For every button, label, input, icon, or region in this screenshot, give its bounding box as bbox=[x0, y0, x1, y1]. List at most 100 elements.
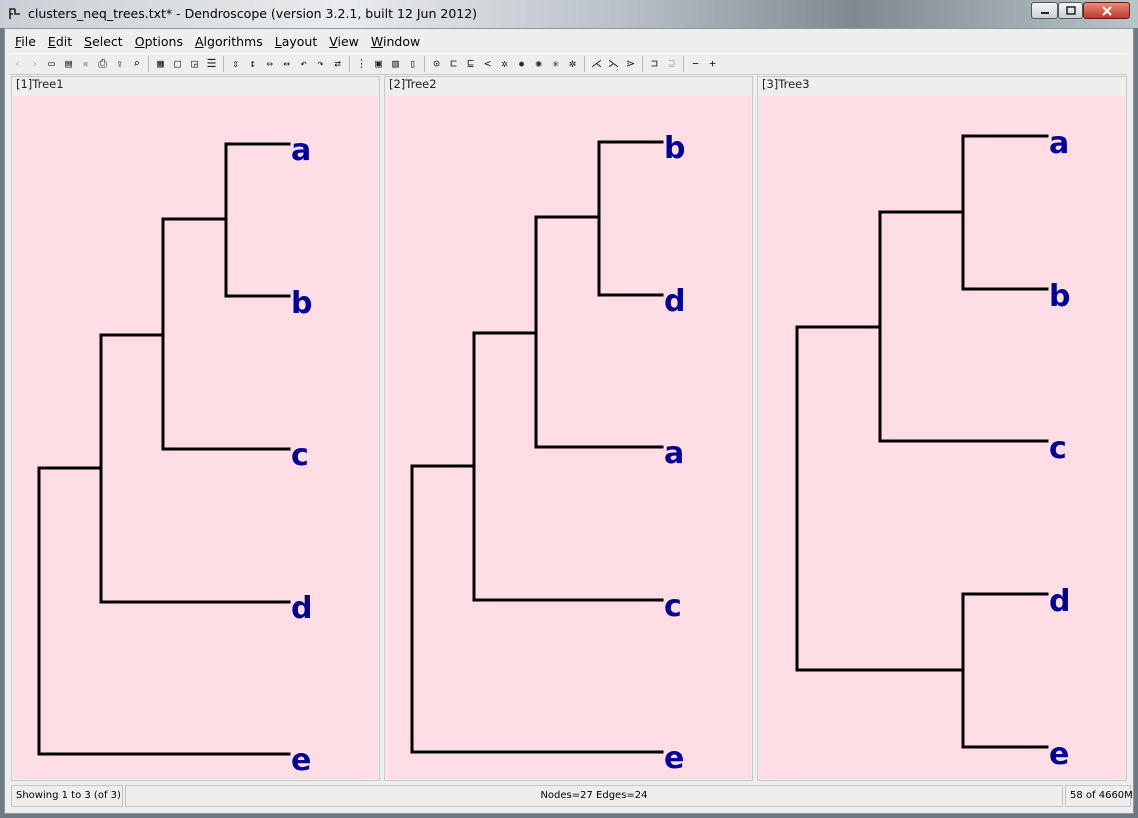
menu-select[interactable]: Select bbox=[78, 34, 129, 49]
leaf-label[interactable]: b bbox=[291, 286, 312, 321]
contract-horizontal-icon[interactable]: ↔ bbox=[280, 57, 294, 71]
menu-file[interactable]: File bbox=[9, 34, 42, 49]
expand-vertical-icon[interactable]: ⇕ bbox=[229, 57, 243, 71]
status-bar: Showing 1 to 3 (of 3) Nodes=27 Edges=24 … bbox=[9, 785, 1133, 809]
print-icon[interactable]: ⎙ bbox=[96, 57, 110, 71]
leaf-label[interactable]: a bbox=[1049, 126, 1069, 161]
single-panel-icon[interactable]: □ bbox=[171, 57, 185, 71]
zoom-fit-icon[interactable]: ▣ bbox=[372, 57, 386, 71]
tree-edge bbox=[99, 333, 291, 470]
leaf-label[interactable]: a bbox=[664, 436, 684, 471]
status-panel-count: Showing 1 to 3 (of 3) bbox=[11, 785, 123, 807]
collapse-icon[interactable]: ⊐ bbox=[648, 57, 662, 71]
maximize-button[interactable] bbox=[1058, 2, 1083, 19]
tree-edge bbox=[410, 464, 664, 754]
panel-title: [1]Tree1 bbox=[16, 77, 64, 91]
circular-phylogram-icon[interactable]: ✲ bbox=[498, 57, 512, 71]
leaf-label[interactable]: c bbox=[1049, 431, 1067, 466]
save-icon[interactable]: ▪ bbox=[79, 57, 93, 71]
menu-window[interactable]: Window bbox=[365, 34, 426, 49]
menu-algorithms[interactable]: Algorithms bbox=[189, 34, 269, 49]
tree-canvas[interactable]: a b c d e bbox=[13, 96, 378, 779]
status-memory: 58 of 4660M bbox=[1065, 785, 1133, 807]
tree-panel-3[interactable]: [3]Tree3 a b c d e bbox=[757, 76, 1127, 781]
back-icon[interactable]: ‹ bbox=[11, 57, 25, 71]
tree-canvas[interactable]: a b c d e bbox=[759, 96, 1125, 779]
list-icon[interactable]: ☰ bbox=[205, 57, 219, 71]
unrooted-icon[interactable]: ✼ bbox=[566, 57, 580, 71]
reroot-icon[interactable]: ⋌ bbox=[590, 57, 604, 71]
leaf-label[interactable]: b bbox=[1049, 279, 1070, 314]
toolbar-separator bbox=[584, 56, 585, 72]
toolbar-separator bbox=[223, 56, 224, 72]
circular-cladogram-icon[interactable]: ✹ bbox=[515, 57, 529, 71]
main-window: File Edit Select Options Algorithms Layout Vie… bbox=[4, 28, 1134, 814]
radial-phylogram-icon[interactable]: ✺ bbox=[532, 57, 546, 71]
tree-edge bbox=[961, 592, 1049, 672]
minimize-icon bbox=[1040, 11, 1049, 14]
radial-cladogram-icon[interactable]: ✳ bbox=[549, 57, 563, 71]
toolbar-separator bbox=[683, 56, 684, 72]
tree-drawing: b d a c e bbox=[410, 131, 685, 776]
panel-title: [3]Tree3 bbox=[762, 77, 810, 91]
tree-edge bbox=[37, 466, 291, 756]
forward-icon[interactable]: › bbox=[28, 57, 42, 71]
leaf-label[interactable]: e bbox=[1049, 737, 1069, 772]
rectangular-phylogram-icon[interactable]: ⊏ bbox=[447, 57, 461, 71]
menu-options[interactable]: Options bbox=[129, 34, 189, 49]
tree-panel-2[interactable]: [2]Tree2 b d a c e bbox=[384, 76, 753, 781]
open-file-icon[interactable]: ▤ bbox=[62, 57, 76, 71]
leaf-label[interactable]: a bbox=[291, 133, 311, 168]
menu-layout[interactable]: Layout bbox=[269, 34, 324, 49]
zoom-height-icon[interactable]: ▯ bbox=[406, 57, 420, 71]
slanted-cladogram-icon[interactable]: < bbox=[481, 57, 495, 71]
tree-canvas[interactable]: b d a c e bbox=[386, 96, 751, 779]
ladderize-icon[interactable]: ⋗ bbox=[624, 57, 638, 71]
leaf-label[interactable]: e bbox=[664, 741, 684, 776]
tree-edge bbox=[795, 325, 1049, 443]
leaf-label[interactable]: c bbox=[291, 438, 309, 473]
leaf-label[interactable]: d bbox=[664, 284, 685, 319]
close-button[interactable] bbox=[1083, 2, 1130, 19]
minimize-button[interactable] bbox=[1031, 2, 1058, 19]
rotate-left-icon[interactable]: ↶ bbox=[297, 57, 311, 71]
resize-icon[interactable]: ◲ bbox=[188, 57, 202, 71]
grid-icon[interactable]: ▦ bbox=[154, 57, 168, 71]
flip-icon[interactable]: ⇄ bbox=[331, 57, 345, 71]
toolbar-separator bbox=[349, 56, 350, 72]
select-nodes-icon[interactable]: ⋮ bbox=[355, 57, 369, 71]
close-icon bbox=[1101, 5, 1112, 16]
tree-panel-1[interactable]: [1]Tree1 a b c d e bbox=[11, 76, 380, 781]
leaf-label[interactable]: e bbox=[291, 743, 311, 778]
expand-horizontal-icon[interactable]: ⇔ bbox=[263, 57, 277, 71]
zoom-out-icon[interactable]: − bbox=[689, 57, 703, 71]
menu-bar: File Edit Select Options Algorithms Layout Vie… bbox=[9, 30, 426, 52]
zoom-in-icon[interactable]: + bbox=[706, 57, 720, 71]
tree-edge bbox=[961, 668, 1049, 749]
menu-edit[interactable]: Edit bbox=[42, 34, 78, 49]
menu-view[interactable]: View bbox=[323, 34, 365, 49]
tree-drawing: a b c d e bbox=[37, 133, 312, 778]
open-icon[interactable]: ▭ bbox=[45, 57, 59, 71]
toolbar: ‹ › ▭ ▤ ▪ ⎙ ⇪ ⌕ ▦ □ ◲ ☰ ⇕ ↕ ⇔ ↔ ↶ ↷ ⇄ ⋮ ▣ ▥ ▯ ⊙ ⊏ ⊑ < ✲ ✹ ✺ ✳ ✼ ⋌ ⋋ ⋗ ⊐ ⊒ − + bbox=[9, 53, 1127, 75]
toolbar-separator bbox=[148, 56, 149, 72]
toolbar-separator bbox=[424, 56, 425, 72]
contract-vertical-icon[interactable]: ↕ bbox=[246, 57, 260, 71]
zoom-width-icon[interactable]: ▥ bbox=[389, 57, 403, 71]
leaf-label[interactable]: d bbox=[291, 591, 312, 626]
export-icon[interactable]: ⇪ bbox=[113, 57, 127, 71]
uncollapse-icon[interactable]: ⊒ bbox=[665, 57, 679, 71]
rotate-right-icon[interactable]: ↷ bbox=[314, 57, 328, 71]
magnify-icon[interactable]: ⊙ bbox=[430, 57, 444, 71]
swap-icon[interactable]: ⋋ bbox=[607, 57, 621, 71]
dendroscope-app-icon bbox=[9, 8, 20, 19]
tree-edge bbox=[472, 331, 664, 468]
leaf-label[interactable]: d bbox=[1049, 584, 1070, 619]
leaf-label[interactable]: b bbox=[664, 131, 685, 166]
title-bar: clusters_neq_trees.txt* - Dendroscope (v… bbox=[0, 0, 1138, 28]
panel-title: [2]Tree2 bbox=[389, 77, 437, 91]
rectangular-cladogram-icon[interactable]: ⊑ bbox=[464, 57, 478, 71]
tree-edge bbox=[410, 464, 664, 602]
find-icon[interactable]: ⌕ bbox=[130, 57, 144, 71]
leaf-label[interactable]: c bbox=[664, 589, 682, 624]
